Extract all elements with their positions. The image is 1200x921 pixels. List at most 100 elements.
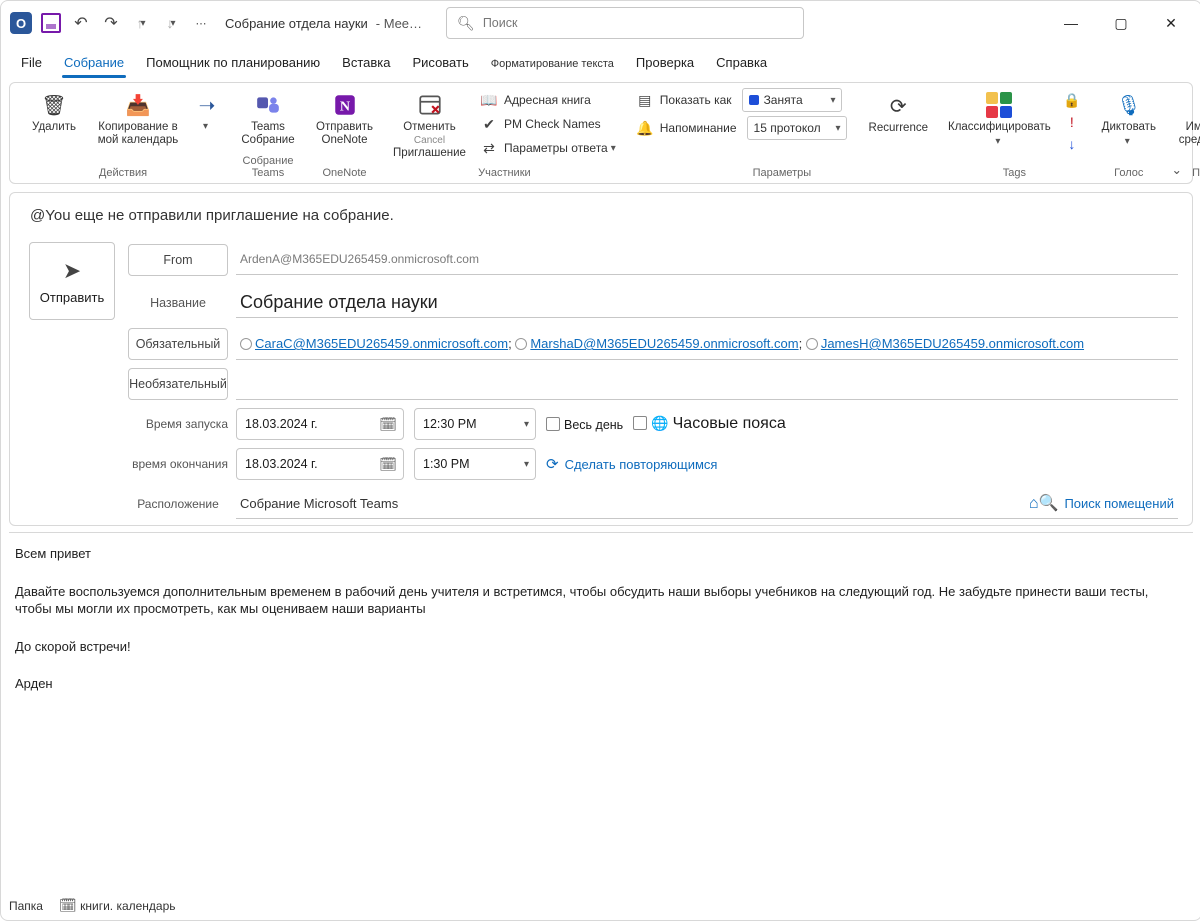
tab-insert[interactable]: Вставка [334,49,398,78]
globe-icon: 🌐 [651,415,668,431]
title-input[interactable]: Собрание отдела науки [236,287,1178,318]
end-time-input[interactable]: 1:30 PM [414,448,536,480]
tab-review[interactable]: Проверка [628,49,702,78]
required-attendee[interactable]: CaraC@M365EDU265459.onmicrosoft.com [255,336,508,351]
tab-help[interactable]: Справка [708,49,775,78]
search-placeholder: Поиск [483,16,518,30]
ribbon-group-label-actions: Действия [22,165,224,181]
make-recurring-button[interactable]: ⟳Сделать повторяющимся [546,455,717,473]
ribbon-group-label-onenote: OneNote [312,165,377,181]
send-button[interactable]: ➤ Отправить [29,242,115,320]
svg-text:N: N [339,98,349,114]
tab-file[interactable]: File [13,49,50,78]
tab-draw[interactable]: Рисовать [404,49,476,78]
start-time-label: Время запуска [128,417,228,431]
meeting-form: ➤ Отправить From ArdenA@M365EDU265459.on… [24,242,1178,519]
ribbon-group-attendees: ОтменитьCancelПриглашение 📖Адресная книг… [383,87,626,183]
end-time-label: время окончания [128,457,228,471]
start-time-input[interactable]: 12:30 PM [414,408,536,440]
chevron-down-icon: ▾ [611,143,616,154]
location-input[interactable]: Собрание Microsoft Teams ⌂🔍Поиск помещен… [236,488,1178,519]
low-importance-icon: ↓ [1063,135,1081,153]
close-button[interactable]: ✕ [1149,8,1193,38]
room-finder-icon: ⌂🔍 [1029,493,1059,513]
response-options-button[interactable]: ⇄Параметры ответа ▾ [476,137,620,159]
required-attendees-input[interactable]: CaraC@M365EDU265459.onmicrosoft.com; Mar… [236,329,1178,360]
reminder-combobox[interactable]: 15 протокол [747,116,847,140]
window-title-suffix: - Mee… [376,16,422,31]
timezones-toggle[interactable]: 🌐Часовые пояса [633,415,786,433]
calendar-status: 🗓 книги. календарь [59,897,176,914]
cancel-invite-icon [416,91,444,119]
trash-icon: 🗑 [40,91,68,119]
dictate-button[interactable]: 🎙 Диктовать ▾ [1097,89,1161,149]
outlook-icon [7,9,35,37]
qat-customize-button[interactable]: ⋯ [187,9,215,37]
check-names-button[interactable]: ✔︎PM Check Names [476,113,620,135]
optional-button[interactable]: Необязательный [128,368,228,400]
high-importance-button[interactable]: ! [1059,111,1085,133]
body-paragraph: Арден [15,675,1187,693]
bell-icon: 🔔 [636,119,654,137]
teams-icon [254,91,282,119]
ribbon-group-label-teams: Собрание Teams [236,153,300,181]
onenote-icon: N [331,91,359,119]
room-finder-button[interactable]: ⌂🔍Поиск помещений [1029,493,1174,513]
categorize-button[interactable]: Классифицировать ▾ [944,89,1055,149]
reminder-row: 🔔 Напоминание 15 протокол [632,117,851,139]
required-button[interactable]: Обязательный [128,328,228,360]
immersive-reader-button[interactable]: 📖 Иммерсивное средство чтения [1173,89,1200,149]
send-receive-up-button[interactable]: ↑▾ [127,9,155,37]
status-bar: Папка 🗓 книги. календарь [9,897,1193,914]
quick-access-toolbar: ↶ ↷ ↑▾ ↓▾ ⋯ [7,9,215,37]
body-paragraph: Давайте воспользуемся дополнительным вре… [15,583,1187,618]
required-attendee[interactable]: JamesH@M365EDU265459.onmicrosoft.com [821,336,1084,351]
save-button[interactable] [37,9,65,37]
categorize-icon [985,91,1013,119]
show-as-combobox[interactable]: Занята [742,88,842,112]
tab-scheduling-assistant[interactable]: Помощник по планированию [138,49,328,78]
calendar-icon: 🗓 [59,897,77,913]
calendar-copy-icon: 📥 [124,91,152,119]
chevron-down-icon: ▾ [995,136,1000,147]
required-attendee[interactable]: MarshaD@M365EDU265459.onmicrosoft.com [530,336,798,351]
presence-icon [240,338,252,350]
cancel-invitation-button[interactable]: ОтменитьCancelПриглашение [389,89,470,163]
chevron-down-icon: ▾ [203,121,208,132]
recurrence-button[interactable]: ⟳ Recurrence [865,90,932,137]
maximize-button[interactable]: ▢ [1099,8,1143,38]
ribbon-collapse-chevron[interactable]: ⌄ [1172,162,1182,177]
low-importance-button[interactable]: ↓ [1059,133,1085,155]
unsent-invite-notice: @You еще не отправили приглашение на соб… [30,207,1178,224]
address-book-button[interactable]: 📖Адресная книга [476,89,620,111]
from-value: ArdenA@M365EDU265459.onmicrosoft.com [236,244,1178,275]
meeting-body-editor[interactable]: Всем привет Давайте воспользуемся дополн… [9,532,1193,725]
folder-label: Папка [9,899,43,913]
forward-button[interactable]: ➝ ▾ [190,89,224,134]
delete-button[interactable]: 🗑 Удалить [22,89,86,136]
calendar-icon: 🗓 [379,416,397,433]
private-button[interactable]: 🔒 [1059,89,1085,111]
all-day-checkbox[interactable]: Весь день [546,417,623,432]
ribbon: 🗑 Удалить 📥 Копирование в мой календарь … [9,82,1193,184]
send-to-onenote-button[interactable]: N Отправить OneNote [312,89,377,149]
minimize-button[interactable]: — [1049,8,1093,38]
window-controls: — ▢ ✕ [1049,8,1193,38]
ribbon-group-label-options: Параметры [632,165,932,181]
undo-button[interactable]: ↶ [67,9,95,37]
redo-button[interactable]: ↷ [97,9,125,37]
search-input[interactable]: 🔍︎ Поиск [446,7,804,39]
presence-icon [806,338,818,350]
from-button[interactable]: From [128,244,228,276]
ribbon-group-label-attendees: Участники [389,165,620,181]
tab-format-text[interactable]: Форматирование текста [483,52,622,78]
send-receive-down-button[interactable]: ↓▾ [157,9,185,37]
meeting-form-area: @You еще не отправили приглашение на соб… [9,192,1193,526]
tab-meeting[interactable]: Собрание [56,49,132,78]
end-date-input[interactable]: 18.03.2024 г.🗓 [236,448,404,480]
start-date-input[interactable]: 18.03.2024 г.🗓 [236,408,404,440]
copy-to-my-calendar-button[interactable]: 📥 Копирование в мой календарь [90,89,186,149]
teams-meeting-button[interactable]: Teams Собрание [236,89,300,149]
optional-attendees-input[interactable] [236,369,1178,400]
location-label: Расположение [128,497,228,511]
